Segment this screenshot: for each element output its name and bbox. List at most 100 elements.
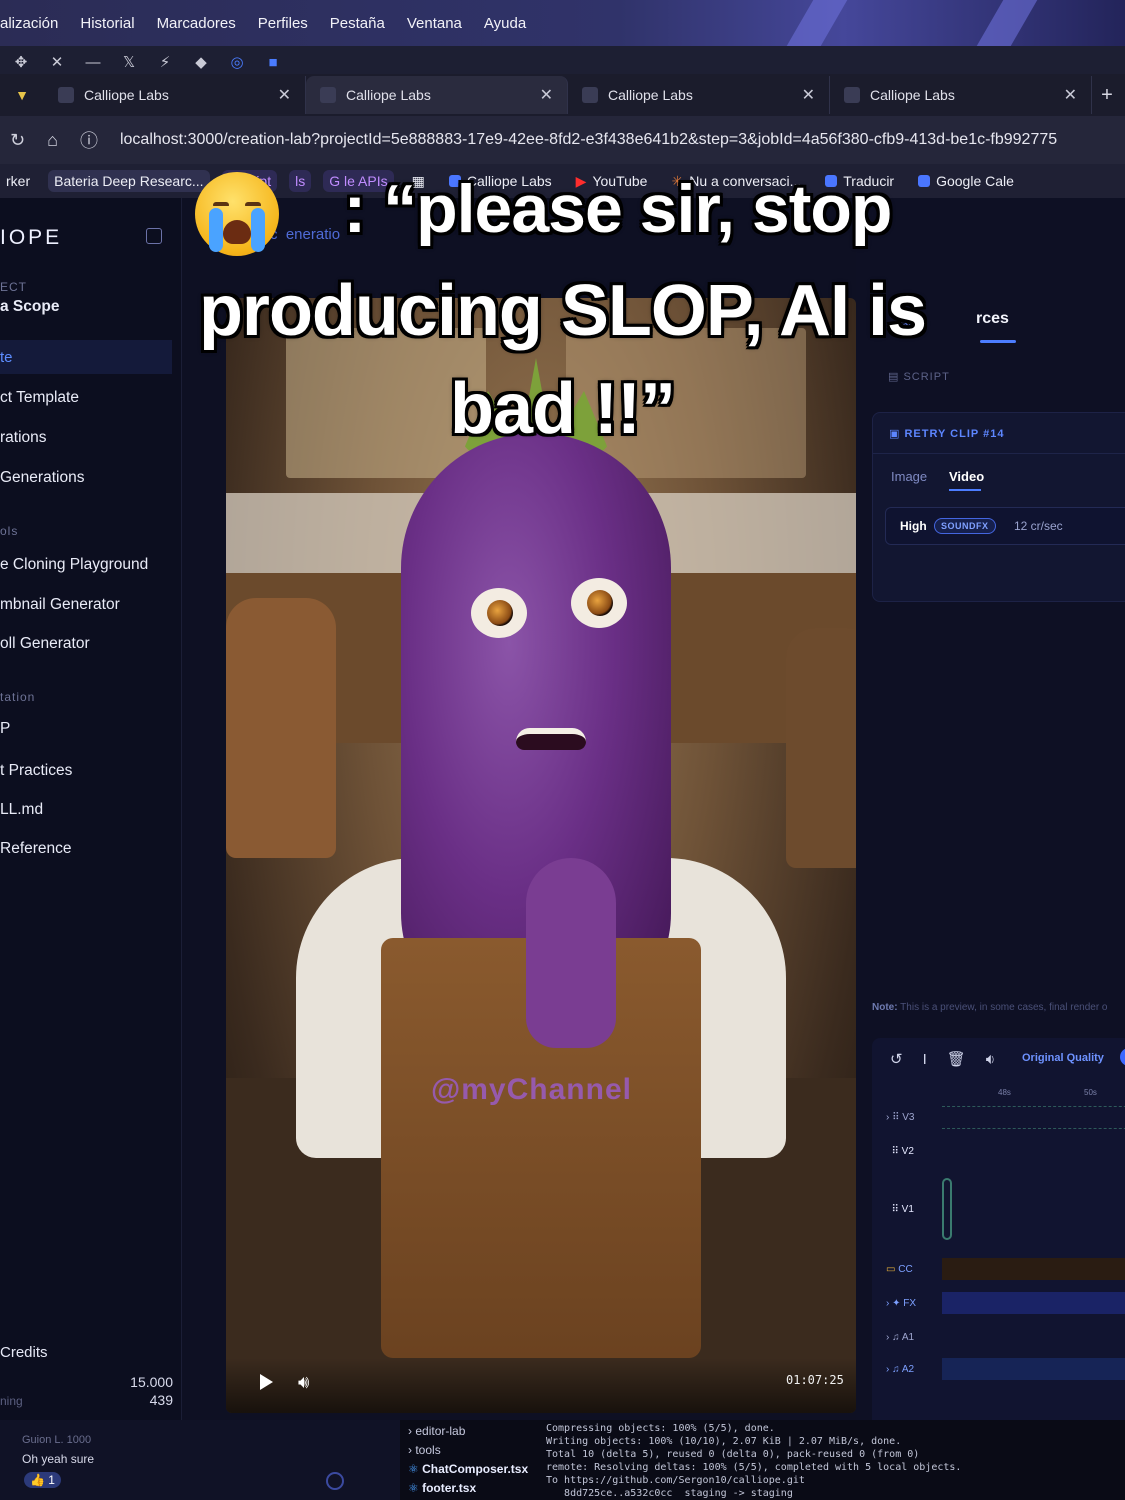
sidebar-item-doc[interactable]: P <box>0 720 10 738</box>
track-v3[interactable]: › ⠿ V3 <box>886 1112 914 1123</box>
browser-tab[interactable]: Calliope Labs ✕ <box>44 76 306 114</box>
menu-view[interactable]: alización <box>0 15 58 32</box>
channel-watermark: @myChannel <box>431 1073 632 1106</box>
sidebar-item-broll-generator[interactable]: oll Generator <box>0 635 90 653</box>
video-timecode: 01:07:25 <box>786 1373 844 1387</box>
soundfx-badge: SOUNDFX <box>934 518 996 534</box>
timeline-editor: ↺ I 🗑︎ 🔉︎ Original Quality 48s 50s › ⠿ V… <box>872 1038 1125 1438</box>
new-tab-plus-icon[interactable]: + <box>1092 84 1122 107</box>
split-icon[interactable]: I <box>923 1051 927 1068</box>
terminal-line: remote: Resolving deltas: 100% (5/5), co… <box>546 1462 962 1473</box>
bolt-icon[interactable]: ⚡ <box>156 53 174 71</box>
circle-extension-icon[interactable]: ◎ <box>228 53 246 71</box>
browser-tab[interactable]: Calliope Labs ✕ <box>568 76 830 114</box>
terminal-line: Compressing objects: 100% (5/5), done. <box>546 1423 775 1434</box>
menu-tab[interactable]: Pestaña <box>330 15 385 32</box>
x-logo-icon[interactable]: 𝕏 <box>120 53 138 71</box>
browser-tab-active[interactable]: Calliope Labs ✕ <box>306 76 568 114</box>
tab-title: Calliope Labs <box>870 87 955 103</box>
reaction-badge[interactable]: 👍 1 <box>24 1472 61 1488</box>
caption-line-1: : “please sir, stop <box>343 171 893 247</box>
documentation-label: tation <box>0 690 36 704</box>
menu-bookmarks[interactable]: Marcadores <box>157 15 236 32</box>
volume-icon[interactable]: 🔊︎ <box>298 1372 309 1393</box>
original-quality-label: Original Quality <box>1022 1052 1104 1064</box>
track-a2[interactable]: › ♫ A2 <box>886 1364 914 1375</box>
video-controls-bar <box>226 1358 856 1413</box>
credit-rate: 12 cr/sec <box>1014 519 1063 533</box>
menu-history[interactable]: Historial <box>80 15 134 32</box>
track-label: V2 <box>901 1146 914 1157</box>
user-avatar-icon[interactable] <box>326 1472 344 1490</box>
square-extension-icon[interactable]: ■ <box>264 54 282 71</box>
note-text: This is a preview, in some cases, final … <box>900 1002 1108 1013</box>
quality-toggle[interactable] <box>1120 1048 1125 1066</box>
character-eye <box>471 588 527 638</box>
captions-lane <box>942 1258 1125 1280</box>
credits-remaining: 439 <box>149 1392 173 1408</box>
tools-label: ols <box>0 524 19 538</box>
file-tree-item[interactable]: ⚛ ChatComposer.tsx <box>408 1462 538 1481</box>
track-v2[interactable]: ⠿ V2 <box>886 1146 914 1157</box>
track-a1[interactable]: › ♫ A1 <box>886 1332 914 1343</box>
pin-icon[interactable]: ✥ <box>12 53 30 71</box>
timeline-lane <box>942 1106 1125 1107</box>
sidebar-item-thumbnail-generator[interactable]: mbnail Generator <box>0 596 120 614</box>
chat-message: Guion L. 1000 Oh yeah sure 👍 1 <box>0 1420 400 1500</box>
close-icon[interactable]: ✕ <box>48 53 66 71</box>
preview-note: Note: This is a preview, in some cases, … <box>872 1002 1108 1013</box>
file-tree-item[interactable]: › tools <box>408 1443 538 1462</box>
tab-close-icon[interactable]: ✕ <box>802 85 815 105</box>
video-preview[interactable]: @myChannel 🔊︎ 01:07:25 <box>226 298 856 1413</box>
sidebar-item-llm-md[interactable]: LL.md <box>0 801 43 819</box>
track-v1[interactable]: ⠿ V1 <box>886 1204 914 1215</box>
favicon-icon <box>58 87 74 103</box>
timeline-clip[interactable] <box>942 1178 952 1240</box>
menu-window[interactable]: Ventana <box>407 15 462 32</box>
bottom-area: Guion L. 1000 Oh yeah sure 👍 1 › editor-… <box>0 1420 1125 1500</box>
track-label: A2 <box>901 1364 915 1375</box>
menu-help[interactable]: Ayuda <box>484 15 526 32</box>
track-fx[interactable]: › ✦ FX <box>886 1298 916 1309</box>
divider <box>873 453 1125 454</box>
music-icon: ♫ <box>892 1364 900 1375</box>
timeline-tick: 48s <box>998 1088 1011 1097</box>
url-field[interactable]: localhost:3000/creation-lab?projectId=5e… <box>120 131 1120 149</box>
menu-profiles[interactable]: Perfiles <box>258 15 308 32</box>
captions-icon: ▭ <box>886 1264 896 1275</box>
volume-icon[interactable]: 🔉︎ <box>986 1051 995 1068</box>
file-name: ChatComposer.tsx <box>422 1462 529 1476</box>
undo-icon[interactable]: ↺ <box>890 1050 903 1068</box>
reload-icon[interactable]: ↻ <box>10 130 25 151</box>
favicon-icon <box>844 87 860 103</box>
tab-title: Calliope Labs <box>84 87 169 103</box>
sidebar-item-best-practices[interactable]: t Practices <box>0 762 72 780</box>
tab-video[interactable]: Video <box>949 469 984 484</box>
track-cc[interactable]: ▭ CC <box>886 1264 913 1275</box>
tab-close-icon[interactable]: ✕ <box>1064 85 1077 105</box>
home-icon[interactable]: ⌂ <box>47 130 58 151</box>
file-tree-item[interactable]: › editor-lab <box>408 1424 538 1443</box>
browser-tab[interactable]: Calliope Labs ✕ <box>830 76 1092 114</box>
tab-image[interactable]: Image <box>891 469 927 484</box>
play-icon[interactable] <box>260 1374 273 1390</box>
trash-icon[interactable]: 🗑︎ <box>947 1050 966 1068</box>
file-name: footer.tsx <box>422 1481 477 1495</box>
quality-option[interactable]: High SOUNDFX 12 cr/sec <box>885 507 1125 545</box>
sidebar-item-all-generations[interactable]: Generations <box>0 469 84 487</box>
sidebar-item-reference[interactable]: Reference <box>0 840 72 858</box>
site-info-icon[interactable]: ⓘ <box>80 127 98 153</box>
character-mouth <box>516 728 586 750</box>
colorful-extension-icon[interactable]: ◆ <box>192 53 210 71</box>
sidebar-item-voice-cloning[interactable]: e Cloning Playground <box>0 556 148 574</box>
remaining-label: ning <box>0 1394 23 1408</box>
tab-search-chevron-icon[interactable]: ▼ <box>0 74 44 116</box>
terminal-line: Writing objects: 100% (10/10), 2.07 KiB … <box>546 1436 902 1447</box>
tab-close-icon[interactable]: ✕ <box>278 85 291 105</box>
tab-close-icon[interactable]: ✕ <box>540 85 553 105</box>
sparkle-icon: ✦ <box>892 1298 901 1309</box>
file-tree-item[interactable]: ⚛ footer.tsx <box>408 1481 538 1500</box>
active-tab-indicator <box>949 489 981 491</box>
scene-chair <box>226 598 336 858</box>
address-bar: ↻ ⌂ ⓘ localhost:3000/creation-lab?projec… <box>0 116 1125 164</box>
